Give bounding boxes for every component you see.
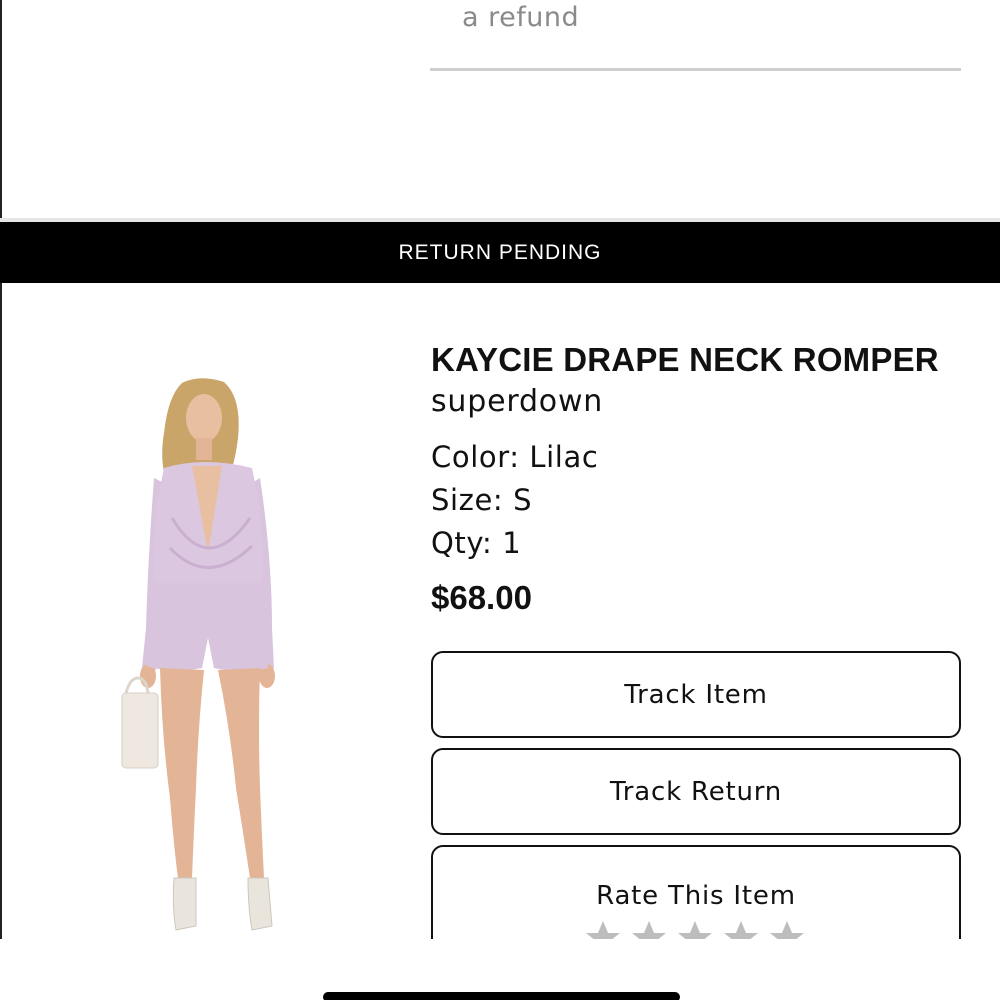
- home-indicator[interactable]: [323, 992, 680, 1000]
- product-image[interactable]: [112, 378, 312, 939]
- status-banner: RETURN PENDING: [0, 222, 1000, 283]
- divider: [430, 68, 961, 71]
- item-color: Color: Lilac: [431, 440, 599, 474]
- track-item-button[interactable]: Track Item: [431, 651, 961, 738]
- track-return-label: Track Return: [609, 776, 783, 807]
- brand-name[interactable]: superdown: [431, 384, 603, 419]
- rate-item-button[interactable]: Rate This Item: [431, 845, 961, 939]
- track-item-label: Track Item: [624, 679, 768, 710]
- star-icon[interactable]: [724, 921, 758, 939]
- product-title[interactable]: KAYCIE DRAPE NECK ROMPER: [431, 341, 939, 379]
- refund-note: a refund: [462, 2, 580, 33]
- star-icon[interactable]: [678, 921, 712, 939]
- star-icon[interactable]: [632, 921, 666, 939]
- star-icon[interactable]: [770, 921, 804, 939]
- status-label: RETURN PENDING: [398, 240, 602, 264]
- previous-item-section: a refund: [0, 0, 1000, 220]
- track-return-button[interactable]: Track Return: [431, 748, 961, 835]
- item-size: Size: S: [431, 483, 533, 517]
- item-quantity: Qty: 1: [431, 526, 522, 560]
- bottom-safe-area: [0, 939, 1000, 1000]
- rating-stars[interactable]: [586, 921, 804, 939]
- star-icon[interactable]: [586, 921, 620, 939]
- item-price: $68.00: [431, 579, 532, 616]
- order-item-card: KAYCIE DRAPE NECK ROMPER superdown Color…: [0, 283, 1000, 939]
- rate-item-label: Rate This Item: [596, 881, 796, 911]
